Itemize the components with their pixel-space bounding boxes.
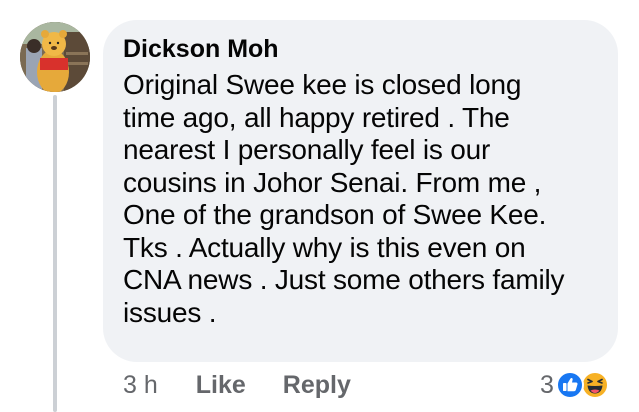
comment-timestamp[interactable]: 3 h (123, 371, 158, 400)
comment-line: time ago, all happy retired . The (123, 101, 510, 133)
comment-actions: 3 h Like Reply (123, 368, 351, 402)
thread-line (53, 95, 57, 412)
comment-author[interactable]: Dickson Moh (123, 34, 594, 64)
avatar-image (20, 22, 90, 92)
comment-line: nearest I personally feel is our (123, 134, 491, 165)
comment-line: cousins in Johor Senai. From me , (123, 166, 542, 198)
comment-text: Original Swee kee is closed long time ag… (123, 69, 594, 329)
comment-line: CNA news . Just some others family (123, 264, 565, 295)
comment-line: One of the grandson of Swee Kee. (123, 199, 547, 230)
reply-button[interactable]: Reply (283, 371, 351, 400)
reaction-count: 3 (540, 370, 554, 399)
haha-reaction-icon (580, 371, 609, 399)
avatar[interactable] (20, 22, 90, 92)
comment-bubble: Dickson Moh Original Swee kee is closed … (103, 20, 618, 362)
like-reaction-icon (555, 371, 584, 399)
comment-line: Tks . Actually why is this even on (123, 231, 526, 263)
reaction-summary[interactable]: 3 (540, 368, 612, 402)
comment-line: issues . (123, 296, 217, 328)
comment-line: Original Swee kee is closed long (123, 69, 522, 100)
like-button[interactable]: Like (196, 371, 246, 400)
reaction-icons (555, 370, 612, 400)
